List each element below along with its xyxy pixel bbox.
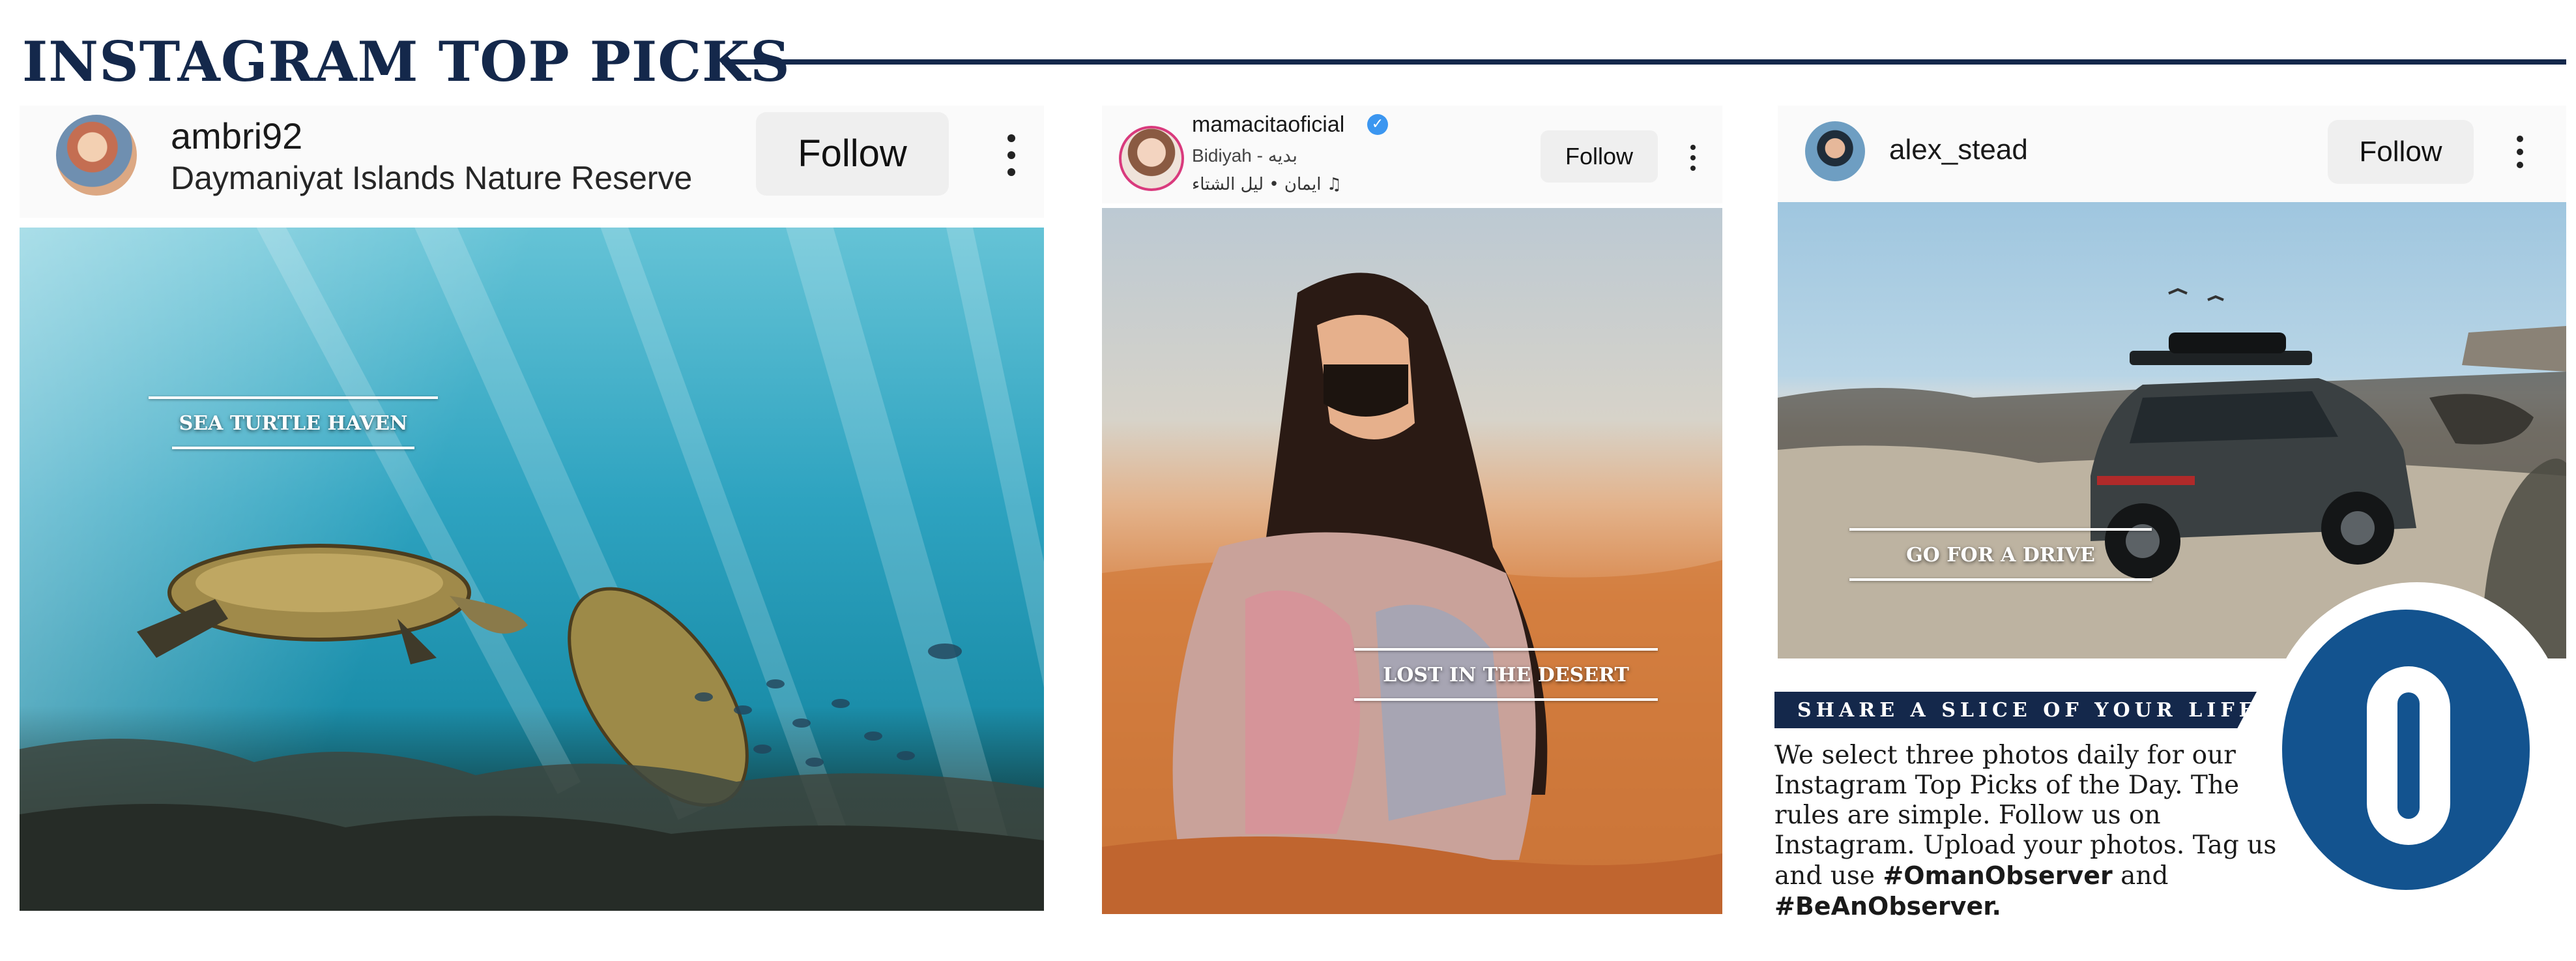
post-3-username[interactable]: alex_stead [1889,134,2028,166]
post-2-follow-button[interactable]: Follow [1541,130,1658,183]
promo-text: We select three photos daily for our Ins… [1774,741,2289,922]
post-1-caption: SEA TURTLE HAVEN [149,396,438,449]
more-options-icon[interactable] [1007,134,1015,176]
hashtag-be-an-observer: #BeAnObserver. [1774,892,2001,921]
post-1-photo[interactable] [20,228,1044,911]
logo-letter-o-icon [2367,666,2450,845]
verified-badge-icon: ✓ [1367,114,1388,135]
post-2-caption: LOST IN THE DESERT [1354,648,1658,701]
title-rule [722,59,2566,65]
post-1-username[interactable]: ambri92 [171,115,302,157]
post-3-caption-text: GO FOR A DRIVE [1906,544,2095,567]
post-3-caption: GO FOR A DRIVE [1849,528,2152,581]
post-1-avatar[interactable] [56,115,137,196]
post-3-follow-button[interactable]: Follow [2328,120,2474,184]
desert-woman-scene [1102,273,1722,914]
page-title: INSTAGRAM TOP PICKS [22,29,790,94]
sea-turtle-scene [20,544,1044,911]
post-2-music-text: ايمان • ليل الشتاء [1192,175,1322,194]
hashtag-oman-observer: #OmanObserver [1883,861,2113,890]
more-options-icon[interactable] [1690,145,1696,171]
post-1-location[interactable]: Daymaniyat Islands Nature Reserve [171,159,692,197]
post-1-follow-button[interactable]: Follow [756,112,949,196]
post-3-avatar[interactable] [1805,121,1865,181]
post-2-username[interactable]: mamacitaoficial [1192,112,1344,138]
promo-conjunction: and [2120,861,2169,891]
post-1-caption-text: SEA TURTLE HAVEN [179,412,408,435]
share-heading: SHARE A SLICE OF YOUR LIFE [1797,699,2259,722]
post-2-music[interactable]: ايمان • ليل الشتاء ♫ [1192,175,1342,194]
post-2-photo[interactable] [1102,208,1722,914]
music-note-icon: ♫ [1321,175,1342,194]
post-2-caption-text: LOST IN THE DESERT [1383,664,1629,687]
post-2-avatar[interactable] [1119,126,1184,191]
more-options-icon[interactable] [2517,136,2523,168]
post-2-location[interactable]: Bidiyah - بديه [1192,145,1297,166]
